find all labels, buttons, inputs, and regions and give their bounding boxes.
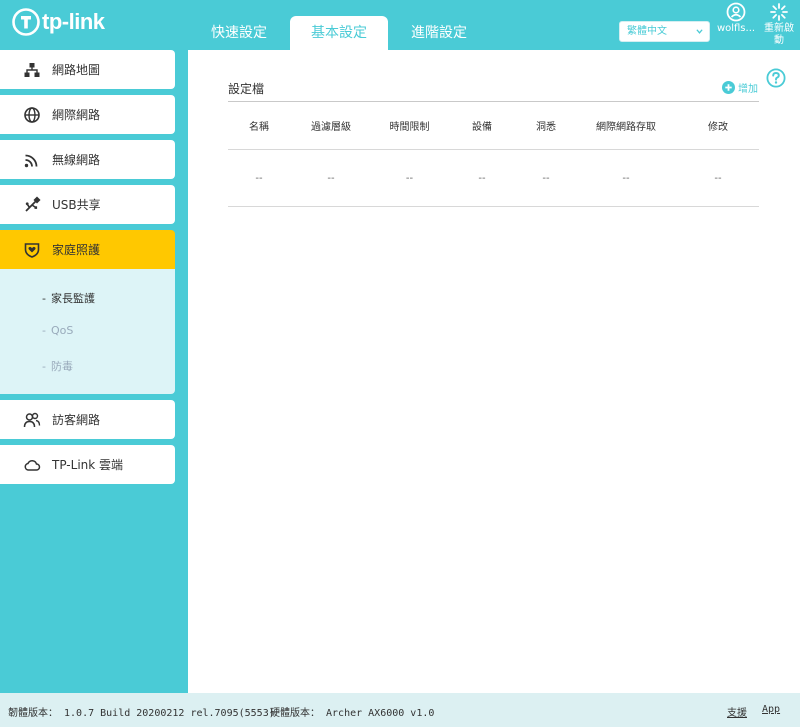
tab-advanced[interactable]: 進階設定 <box>390 16 488 50</box>
submenu-item-label: QoS <box>50 324 74 337</box>
app-link[interactable]: App <box>762 704 780 715</box>
plus-circle-icon <box>722 81 735 94</box>
tab-quick-setup[interactable]: 快速設定 <box>190 16 288 50</box>
user-icon <box>726 2 746 22</box>
table-cell: -- <box>714 172 722 184</box>
submenu-dash: - <box>42 292 46 305</box>
table-cell: -- <box>327 172 335 184</box>
sidebar: 網路地圖 網際網路 無線網路 USB共享 家庭照護 - 家長監護 - QoS -… <box>0 50 175 490</box>
sidebar-item-usb[interactable]: USB共享 <box>0 185 175 224</box>
cloud-icon <box>23 456 41 474</box>
guest-icon <box>23 411 41 429</box>
column-header[interactable]: 修改 <box>677 118 759 133</box>
firmware-version: 韌體版本： 1.0.7 Build 20200212 rel.7095(5553… <box>8 708 275 719</box>
reboot-label: 重新啟動 <box>764 23 794 46</box>
sidebar-item-label: 網路地圖 <box>52 63 101 77</box>
table-row: -- -- -- -- -- -- -- <box>228 150 759 207</box>
table-header: 名稱 過濾層級 時間限制 設備 洞悉 網際網路存取 修改 <box>228 102 759 150</box>
sidebar-item-label: 訪客網路 <box>52 413 101 427</box>
network-map-icon <box>23 61 41 79</box>
tab-basic[interactable]: 基本設定 <box>290 16 388 50</box>
globe-icon <box>23 106 41 124</box>
sidebar-item-label: USB共享 <box>52 198 101 212</box>
table-cell: -- <box>478 172 486 184</box>
sidebar-item-label: TP-Link 雲端 <box>52 458 124 472</box>
homecare-submenu: - 家長監護 - QoS - 防毒 <box>0 269 175 394</box>
profiles-table: 名稱 過濾層級 時間限制 設備 洞悉 網際網路存取 修改 -- -- -- --… <box>228 102 759 207</box>
column-header[interactable]: 過濾層級 <box>290 118 372 133</box>
tp-link-logo[interactable]: tp-link <box>12 8 105 36</box>
sidebar-item-homecare[interactable]: 家庭照護 <box>0 230 175 269</box>
reboot-icon <box>770 3 788 21</box>
table-cell: -- <box>622 172 630 184</box>
sidebar-item-label: 家庭照護 <box>52 243 101 257</box>
submenu-item-label: 防毒 <box>50 360 73 373</box>
main-nav: 快速設定 基本設定 進階設定 <box>190 16 490 50</box>
submenu-dash: - <box>42 360 46 373</box>
usb-icon <box>23 195 41 214</box>
sidebar-item-label: 網際網路 <box>52 108 101 122</box>
table-cell: -- <box>542 172 550 184</box>
help-icon[interactable] <box>766 68 786 88</box>
hardware-version: 硬體版本： Archer AX6000 v1.0 <box>270 708 435 719</box>
table-cell: -- <box>405 172 414 184</box>
section-title: 設定檔 <box>228 82 265 96</box>
sidebar-item-network-map[interactable]: 網路地圖 <box>0 50 175 89</box>
table-cell: -- <box>255 172 263 184</box>
footer: 韌體版本： 1.0.7 Build 20200212 rel.7095(5553… <box>0 693 800 727</box>
submenu-item-antivirus[interactable]: - 防毒 <box>0 358 175 392</box>
column-header[interactable]: 設備 <box>447 118 517 133</box>
submenu-item-label: 家長監護 <box>50 292 95 305</box>
user-name: wolfls... <box>716 23 756 34</box>
add-label: 增加 <box>738 84 758 95</box>
column-header[interactable]: 網際網路存取 <box>575 118 677 133</box>
chevron-down-icon <box>696 29 703 34</box>
header: tp-link 快速設定 基本設定 進階設定 繁體中文 wolfls... 重新… <box>0 0 800 50</box>
sidebar-item-label: 無線網路 <box>52 153 101 167</box>
submenu-dash: - <box>42 324 46 337</box>
column-header[interactable]: 時間限制 <box>372 118 447 133</box>
sidebar-item-guest[interactable]: 訪客網路 <box>0 400 175 439</box>
tp-link-logo-icon <box>12 8 40 36</box>
user-account[interactable]: wolfls... <box>716 2 756 34</box>
language-selected: 繁體中文 <box>627 26 667 37</box>
shield-heart-icon <box>23 241 41 259</box>
column-header[interactable]: 名稱 <box>228 118 290 133</box>
add-profile-button[interactable]: 增加 <box>722 80 758 95</box>
submenu-item-qos[interactable]: - QoS <box>0 324 175 358</box>
language-select[interactable]: 繁體中文 <box>619 21 710 42</box>
brand-name: tp-link <box>42 9 105 34</box>
submenu-item-parental-controls[interactable]: - 家長監護 <box>0 290 175 324</box>
sidebar-item-cloud[interactable]: TP-Link 雲端 <box>0 445 175 484</box>
sidebar-item-internet[interactable]: 網際網路 <box>0 95 175 134</box>
support-link[interactable]: 支援 <box>727 704 747 719</box>
wifi-icon <box>23 151 41 169</box>
column-header[interactable]: 洞悉 <box>517 118 575 133</box>
reboot-button[interactable]: 重新啟動 <box>761 2 797 47</box>
sidebar-item-wireless[interactable]: 無線網路 <box>0 140 175 179</box>
